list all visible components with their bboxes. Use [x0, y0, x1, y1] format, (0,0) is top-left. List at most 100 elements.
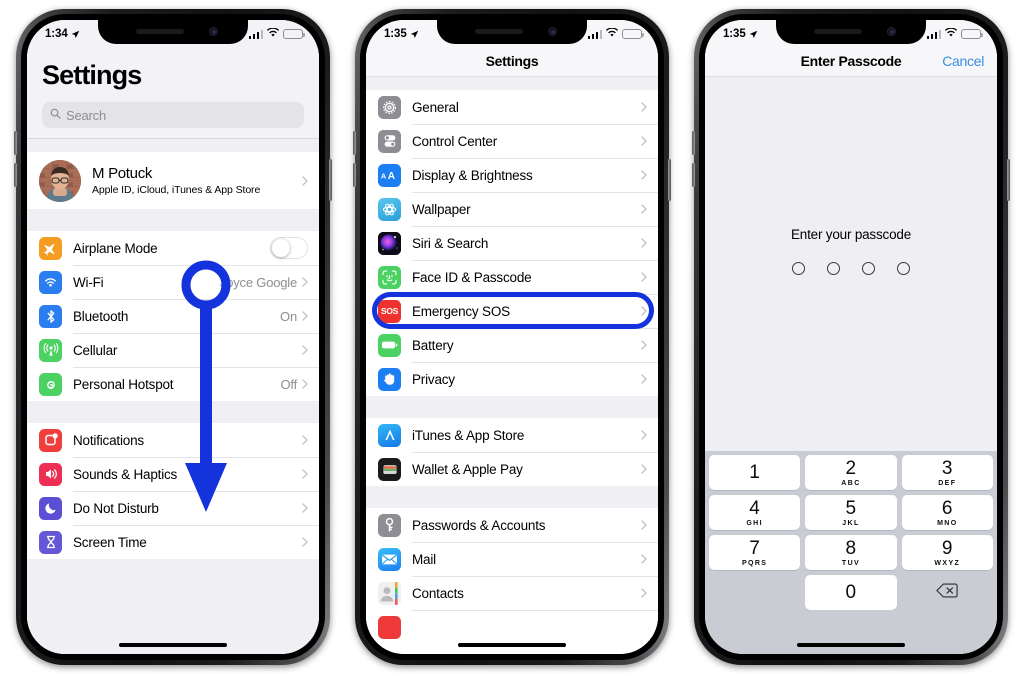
- home-indicator[interactable]: [119, 642, 227, 647]
- key-0[interactable]: 0: [805, 575, 897, 610]
- apple-id-account-row[interactable]: M Potuck Apple ID, iCloud, iTunes & App …: [27, 152, 319, 209]
- volume-down-button[interactable]: [353, 163, 356, 187]
- chevron-right-icon: [302, 435, 308, 445]
- side-button[interactable]: [1007, 159, 1010, 201]
- key-number: 9: [941, 537, 953, 559]
- sidebar-item-contacts[interactable]: Contacts: [366, 576, 658, 610]
- volume-up-button[interactable]: [353, 131, 356, 155]
- volume-down-button[interactable]: [14, 163, 17, 187]
- passcode-dot: [827, 262, 840, 275]
- key-5[interactable]: 5 JKL: [805, 495, 897, 530]
- sidebar-item-face-id-passcode[interactable]: Face ID & Passcode: [366, 260, 658, 294]
- sidebar-item-cellular[interactable]: Cellular: [27, 333, 319, 367]
- key-number: 2: [845, 457, 857, 479]
- screen-time-icon: [39, 530, 62, 554]
- front-camera: [209, 27, 218, 36]
- chevron-right-icon: [302, 311, 308, 321]
- page-title: Settings: [485, 53, 539, 69]
- key-letters: PQRS: [741, 559, 768, 567]
- sidebar-item-wallet-apple-pay[interactable]: Wallet & Apple Pay: [366, 452, 658, 486]
- key-number: 3: [941, 457, 953, 479]
- key-6[interactable]: 6 MNO: [901, 495, 993, 530]
- row-label: Contacts: [412, 585, 464, 601]
- sidebar-item-control-center[interactable]: Control Center: [366, 124, 658, 158]
- sidebar-item-bluetooth[interactable]: Bluetooth On: [27, 299, 319, 333]
- sidebar-item-passwords-accounts[interactable]: Passwords & Accounts: [366, 508, 658, 542]
- volume-up-button[interactable]: [692, 131, 695, 155]
- volume-up-button[interactable]: [14, 131, 17, 155]
- key-4[interactable]: 4 GHI: [709, 495, 801, 530]
- search-input[interactable]: Search: [42, 102, 304, 128]
- row-label: Wi-Fi: [73, 274, 104, 290]
- sidebar-item-wifi[interactable]: Wi-Fi Joyce Google: [27, 265, 319, 299]
- chevron-right-icon: [641, 204, 647, 214]
- chevron-right-icon: [641, 430, 647, 440]
- screenshot-root: 1:34 Settings Search M Potuck Apple ID, …: [0, 0, 1024, 674]
- key-letters: GHI: [746, 519, 763, 527]
- side-button[interactable]: [668, 159, 671, 201]
- row-label: Passwords & Accounts: [412, 517, 546, 533]
- sidebar-item-do-not-disturb[interactable]: Do Not Disturb: [27, 491, 319, 525]
- sidebar-item-personal-hotspot[interactable]: Personal Hotspot Off: [27, 367, 319, 401]
- sidebar-item-notifications[interactable]: Notifications: [27, 423, 319, 457]
- chevron-right-icon: [641, 520, 647, 530]
- wifi-icon: [39, 270, 62, 294]
- key-8[interactable]: 8 TUV: [805, 535, 897, 570]
- sidebar-item-privacy[interactable]: Privacy: [366, 362, 658, 396]
- earpiece-speaker: [814, 29, 862, 34]
- battery-icon: [961, 29, 983, 39]
- system-settings-group: General Control Center AA Display & Brig…: [366, 90, 658, 396]
- row-value: Off: [280, 376, 297, 392]
- passcode-dots: [792, 262, 910, 275]
- sidebar-item-sounds-haptics[interactable]: Sounds & Haptics: [27, 457, 319, 491]
- key-1[interactable]: 1: [709, 455, 801, 490]
- chevron-right-icon: [302, 537, 308, 547]
- sidebar-item-battery[interactable]: Battery: [366, 328, 658, 362]
- sidebar-item-mail[interactable]: Mail: [366, 542, 658, 576]
- sidebar-item-itunes-app-store[interactable]: iTunes & App Store: [366, 418, 658, 452]
- cellular-bars-icon: [587, 29, 602, 39]
- control-center-icon: [378, 129, 401, 153]
- avatar: [39, 159, 81, 202]
- key-7[interactable]: 7 PQRS: [709, 535, 801, 570]
- status-time: 1:34: [45, 28, 68, 40]
- key-letters: JKL: [842, 519, 860, 527]
- stores-group: iTunes & App Store Wallet & Apple Pay: [366, 418, 658, 486]
- status-time: 1:35: [384, 28, 407, 40]
- battery-icon: [283, 29, 305, 39]
- wifi-icon: [605, 27, 619, 40]
- key-9[interactable]: 9 WXYZ: [901, 535, 993, 570]
- key-2[interactable]: 2 ABC: [805, 455, 897, 490]
- battery-icon: [622, 29, 644, 39]
- earpiece-speaker: [136, 29, 184, 34]
- airplane-mode-toggle[interactable]: [270, 237, 308, 259]
- row-label: Face ID & Passcode: [412, 269, 532, 285]
- delete-button[interactable]: [902, 575, 993, 610]
- sidebar-item-display-brightness[interactable]: AA Display & Brightness: [366, 158, 658, 192]
- home-indicator[interactable]: [458, 642, 566, 647]
- location-arrow-icon: [410, 30, 419, 39]
- row-label: Screen Time: [73, 534, 147, 550]
- cellular-bars-icon: [248, 29, 263, 39]
- phone-1-frame: 1:34 Settings Search M Potuck Apple ID, …: [14, 9, 332, 665]
- sidebar-item-screen-time[interactable]: Screen Time: [27, 525, 319, 559]
- side-button[interactable]: [329, 159, 332, 201]
- sidebar-item-siri-search[interactable]: Siri & Search: [366, 226, 658, 260]
- siri-icon: [378, 231, 401, 255]
- key-number: 5: [845, 497, 857, 519]
- volume-down-button[interactable]: [692, 163, 695, 187]
- sidebar-item-wallpaper[interactable]: Wallpaper: [366, 192, 658, 226]
- privacy-hand-icon: [378, 367, 401, 391]
- key-3[interactable]: 3 DEF: [901, 455, 993, 490]
- row-label: Mail: [412, 551, 436, 567]
- sidebar-item-airplane-mode[interactable]: Airplane Mode: [27, 231, 319, 265]
- sidebar-item-general[interactable]: General: [366, 90, 658, 124]
- cancel-button[interactable]: Cancel: [942, 53, 984, 69]
- home-indicator[interactable]: [797, 642, 905, 647]
- row-label: Privacy: [412, 371, 455, 387]
- wifi-icon: [266, 27, 280, 40]
- chevron-right-icon: [641, 588, 647, 598]
- chevron-right-icon: [302, 345, 308, 355]
- chevron-right-icon: [302, 503, 308, 513]
- sidebar-item-partial[interactable]: [366, 610, 658, 644]
